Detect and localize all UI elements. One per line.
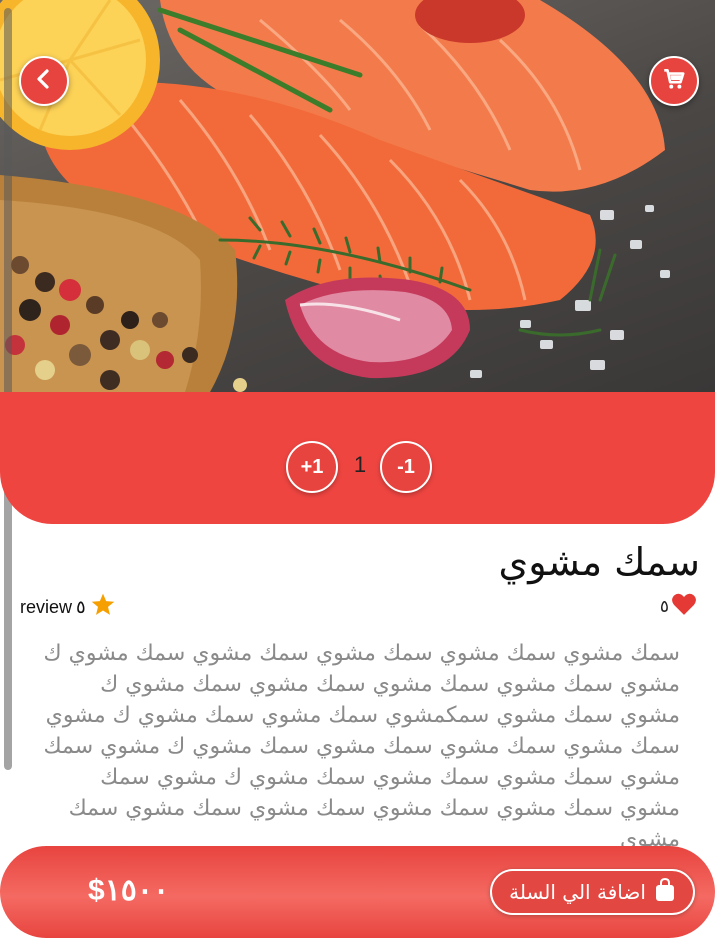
increase-quantity-button[interactable]: +1 (286, 441, 338, 493)
shopping-bag-icon (654, 877, 676, 907)
scrollbar[interactable] (4, 8, 12, 770)
rating: review ٥ (20, 592, 116, 622)
heart-icon[interactable] (671, 592, 697, 621)
rating-value: ٥ (76, 596, 86, 617)
product-title: سمك مشوي (498, 540, 700, 584)
add-to-cart-button[interactable]: اضافة الي السلة (490, 869, 695, 915)
chevron-left-icon (32, 67, 56, 95)
quantity-value: 1 (353, 452, 367, 477)
likes-value: ٥ (659, 596, 669, 617)
review-label: review (20, 596, 73, 617)
decrease-quantity-button[interactable]: -1 (380, 441, 432, 493)
back-button[interactable] (19, 56, 69, 106)
star-icon (90, 592, 116, 622)
price: $١٥٠٠ (88, 874, 170, 907)
product-description: سمك مشوي سمك مشوي سمك مشوي سمك مشوي سمك … (43, 641, 680, 846)
salmon-photo (0, 0, 670, 392)
shopping-cart-icon (661, 66, 687, 96)
product-image (0, 0, 715, 392)
like-count[interactable]: ٥ (660, 592, 697, 621)
add-to-cart-label: اضافة الي السلة (509, 880, 646, 904)
cart-button[interactable] (649, 56, 699, 106)
